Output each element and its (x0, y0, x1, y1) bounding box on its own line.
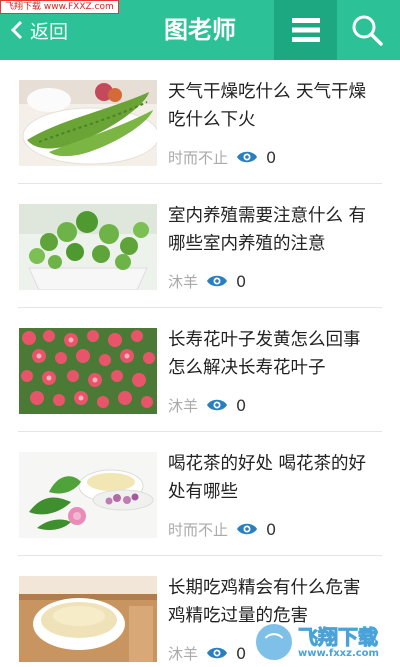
back-button[interactable]: 返回 (10, 12, 68, 48)
view-count: 0 (206, 396, 246, 415)
menu-icon (291, 18, 320, 42)
list-item[interactable]: 天气干燥吃什么 天气干燥吃什么下火 时而不止 0 (18, 60, 382, 184)
author-name: 沐羊 (168, 396, 199, 415)
chevron-left-icon (10, 20, 23, 40)
article-title[interactable]: 室内养殖需要注意什么 有哪些室内养殖的注意 (168, 202, 383, 258)
thumbnail-chicken-essence[interactable] (19, 576, 157, 662)
article-meta: 时而不止 0 (168, 144, 276, 170)
article-meta: 时而不止 0 (168, 516, 276, 542)
thumbnail-bitter-melon[interactable] (19, 80, 157, 166)
article-title[interactable]: 长寿花叶子发黄怎么回事 怎么解决长寿花叶子 (168, 326, 383, 382)
author-name: 时而不止 (168, 148, 229, 167)
watermark-badge: 飞翔下载 www.FXXZ.com (0, 0, 119, 14)
author-name: 沐羊 (168, 644, 199, 663)
article-title[interactable]: 天气干燥吃什么 天气干燥吃什么下火 (168, 78, 383, 134)
watermark-url: www.fxxz.com (298, 647, 379, 659)
article-meta: 沐羊 0 (168, 392, 246, 418)
view-count: 0 (236, 148, 276, 167)
thumbnail-potted-plant[interactable] (19, 204, 157, 290)
article-meta: 沐羊 0 (168, 268, 246, 294)
eye-icon (207, 399, 228, 411)
article-title[interactable]: 喝花茶的好处 喝花茶的好处有哪些 (168, 450, 383, 506)
article-list: 天气干燥吃什么 天气干燥吃什么下火 时而不止 0 室内养殖需要注意什么 有哪些室… (0, 60, 400, 667)
list-item[interactable]: 室内养殖需要注意什么 有哪些室内养殖的注意 沐羊 0 (18, 184, 382, 308)
view-count: 0 (206, 644, 246, 663)
eye-icon (207, 275, 228, 287)
watermark-cn: 飞翔下载 (298, 624, 379, 649)
eye-icon (237, 523, 258, 535)
eye-icon (207, 647, 228, 659)
list-item[interactable]: 喝花茶的好处 喝花茶的好处有哪些 时而不止 0 (18, 432, 382, 556)
watermark-logo-icon: ⌒ (254, 622, 294, 662)
view-count: 0 (236, 520, 276, 539)
watermark-corner: ⌒ 飞翔下载 www.fxxz.com (254, 621, 392, 663)
list-item[interactable]: 长寿花叶子发黄怎么回事 怎么解决长寿花叶子 沐羊 0 (18, 308, 382, 432)
author-name: 时而不止 (168, 520, 229, 539)
article-meta: 沐羊 0 (168, 640, 246, 666)
thumbnail-flower-tea[interactable] (19, 452, 157, 538)
view-count: 0 (206, 272, 246, 291)
search-button[interactable] (345, 8, 389, 52)
back-label: 返回 (30, 20, 69, 43)
author-name: 沐羊 (168, 272, 199, 291)
search-icon (352, 15, 383, 46)
menu-button[interactable] (274, 0, 337, 60)
thumbnail-kalanchoe-flowers[interactable] (19, 328, 157, 414)
eye-icon (237, 151, 258, 163)
